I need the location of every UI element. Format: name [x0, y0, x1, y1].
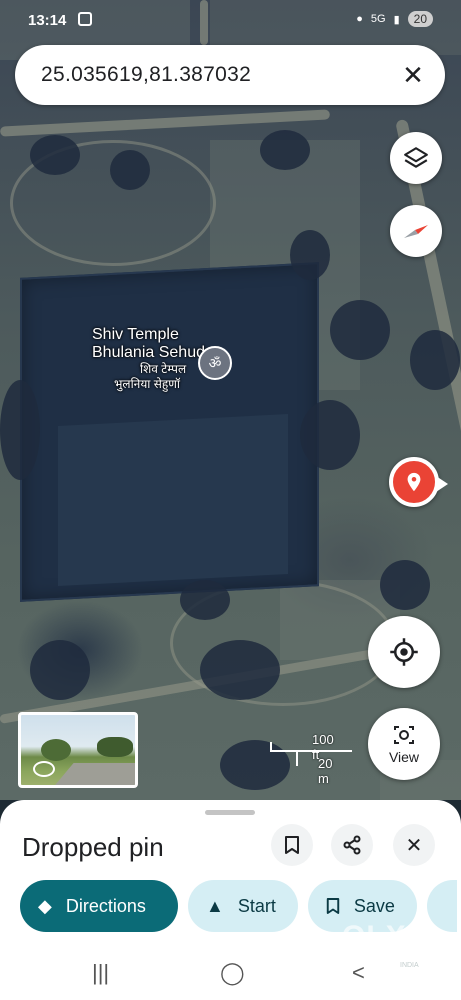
place-name-hindi-line2: भुलनिया सेहुणॉ [114, 377, 181, 391]
pin-icon [407, 472, 421, 492]
tree [30, 640, 90, 700]
navigation-arrow-icon: ▲ [206, 895, 224, 916]
status-icons: ● 5G ▮ 20 [356, 11, 433, 27]
view-button[interactable]: View [368, 708, 440, 780]
screenshot-icon [78, 12, 92, 26]
recents-icon[interactable]: ||| [92, 960, 109, 986]
tree [410, 330, 460, 390]
tree [300, 400, 360, 470]
network-label: 5G [370, 13, 386, 25]
tree [30, 135, 80, 175]
drag-handle[interactable] [205, 810, 255, 815]
scale-tick [296, 750, 298, 766]
start-button[interactable]: ▲ Start [188, 880, 298, 932]
sv-tree [97, 737, 133, 757]
back-icon[interactable]: < [352, 960, 365, 986]
sheet-title: Dropped pin [22, 832, 164, 862]
home-icon[interactable]: ◯ [220, 960, 245, 986]
share-icon [343, 835, 361, 855]
tree [290, 230, 330, 280]
tree [180, 580, 230, 620]
crosshair-icon [390, 638, 418, 666]
tree [220, 740, 290, 790]
scale-bar [270, 750, 352, 752]
signal-icon: ▮ [393, 13, 400, 26]
place-sheet[interactable]: Dropped pin ✕ ◆ Directions ▲ Start Save [0, 800, 461, 1000]
close-sheet-button[interactable]: ✕ [393, 824, 435, 866]
directions-icon: ◆ [38, 895, 52, 916]
place-label[interactable]: Shiv Temple Bhulania Sehuda शिव टेम्पल भ… [92, 326, 214, 392]
layers-icon [404, 147, 428, 168]
directions-label: Directions [65, 895, 146, 916]
compass-button[interactable] [390, 205, 442, 257]
place-name-line1: Shiv Temple [92, 326, 179, 343]
place-name-line2: Bhulania Sehuda [92, 344, 214, 361]
compass-icon [404, 225, 428, 238]
watermark-sub: INDIA [400, 962, 419, 969]
location-icon: ● [356, 13, 363, 25]
view-label: View [388, 749, 420, 765]
om-icon[interactable]: ॐ [198, 346, 232, 380]
scale-meters: 20 m [318, 756, 333, 786]
directions-button[interactable]: ◆ Directions [20, 880, 178, 932]
tree [260, 130, 310, 170]
bookmark-icon [285, 836, 299, 854]
more-actions-chip[interactable] [426, 880, 457, 932]
my-location-button[interactable] [368, 616, 440, 688]
dropped-pin-marker[interactable] [389, 457, 439, 507]
tree [330, 300, 390, 360]
street-view-thumbnail[interactable] [18, 712, 138, 788]
bookmark-icon [326, 898, 340, 914]
place-name-hindi-line1: शिव टेम्पल [140, 362, 187, 376]
battery-level: 20 [407, 11, 433, 27]
sv-tree [41, 739, 71, 761]
save-label: Save [353, 895, 395, 916]
tree [200, 640, 280, 700]
tree [0, 380, 40, 480]
system-nav-bar: ||| ◯ < [0, 952, 461, 1000]
temple-tank-inner [58, 413, 288, 587]
start-label: Start [237, 895, 276, 916]
save-icon-button[interactable] [271, 824, 313, 866]
close-icon: ✕ [405, 834, 423, 857]
street-view-icon [394, 726, 414, 744]
tree [110, 150, 150, 190]
status-time: 13:14 [28, 12, 67, 29]
search-input[interactable]: 25.035619,81.387032 [41, 63, 251, 87]
tree [380, 560, 430, 610]
status-bar: 13:14 ● 5G ▮ 20 [0, 0, 461, 42]
layers-button[interactable] [390, 132, 442, 184]
close-icon[interactable]: ✕ [397, 59, 429, 91]
share-button[interactable] [331, 824, 373, 866]
sv-road [48, 763, 135, 785]
pin-pointer [436, 476, 448, 492]
rotate-360-icon [33, 761, 55, 777]
search-bar[interactable]: 25.035619,81.387032 ✕ [15, 45, 445, 105]
watermark-logo: OLX [342, 920, 407, 953]
